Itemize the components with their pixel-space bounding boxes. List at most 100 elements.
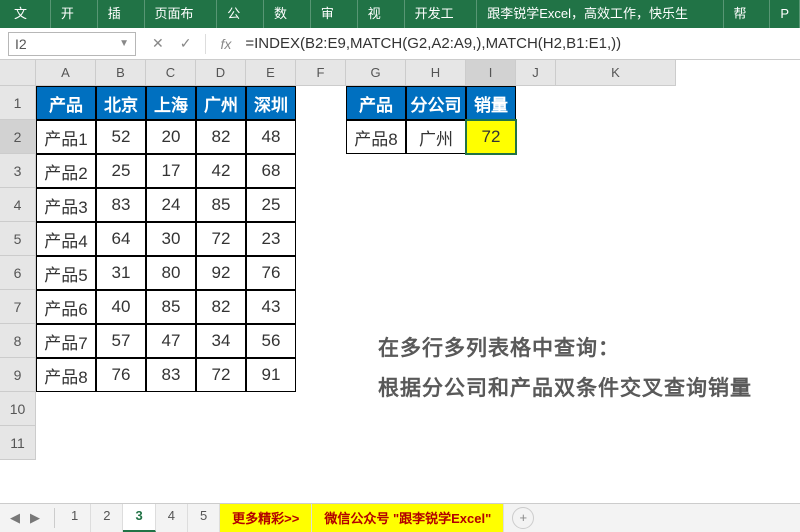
- row-header[interactable]: 7: [0, 290, 36, 324]
- column-header[interactable]: I: [466, 60, 516, 86]
- column-header[interactable]: B: [96, 60, 146, 86]
- table-header-cell[interactable]: 上海: [146, 86, 196, 120]
- table-cell[interactable]: 64: [96, 222, 146, 256]
- table-cell[interactable]: 56: [246, 324, 296, 358]
- row-header[interactable]: 6: [0, 256, 36, 290]
- column-header[interactable]: E: [246, 60, 296, 86]
- lookup-header-cell[interactable]: 分公司: [406, 86, 466, 120]
- table-cell[interactable]: 产品5: [36, 256, 96, 290]
- row-header[interactable]: 10: [0, 392, 36, 426]
- table-cell[interactable]: 42: [196, 154, 246, 188]
- table-cell[interactable]: 92: [196, 256, 246, 290]
- table-cell[interactable]: 83: [146, 358, 196, 392]
- table-cell[interactable]: 52: [96, 120, 146, 154]
- column-header[interactable]: J: [516, 60, 556, 86]
- row-header[interactable]: 5: [0, 222, 36, 256]
- sheet-tab[interactable]: 1: [59, 504, 91, 532]
- row-header[interactable]: 8: [0, 324, 36, 358]
- ribbon-tab[interactable]: 帮助: [724, 0, 771, 28]
- sheet-tab[interactable]: 2: [91, 504, 123, 532]
- cancel-formula-icon[interactable]: ✕: [144, 35, 172, 52]
- lookup-header-cell[interactable]: 产品: [346, 86, 406, 120]
- ribbon-tab[interactable]: 数据: [264, 0, 311, 28]
- table-cell[interactable]: 82: [196, 120, 246, 154]
- column-header[interactable]: H: [406, 60, 466, 86]
- table-cell[interactable]: 31: [96, 256, 146, 290]
- ribbon-tab[interactable]: 文件: [0, 0, 51, 28]
- ribbon-tab[interactable]: 页面布局: [145, 0, 218, 28]
- ribbon-tab[interactable]: 跟李锐学Excel，高效工作，快乐生活！: [477, 0, 723, 28]
- table-cell[interactable]: 76: [246, 256, 296, 290]
- column-header[interactable]: G: [346, 60, 406, 86]
- table-cell[interactable]: 82: [196, 290, 246, 324]
- ribbon-tab[interactable]: P: [770, 0, 800, 28]
- sheet-nav-prev-icon[interactable]: ◀: [6, 509, 24, 527]
- table-cell[interactable]: 80: [146, 256, 196, 290]
- name-box[interactable]: I2 ▼: [8, 32, 136, 56]
- table-cell[interactable]: 48: [246, 120, 296, 154]
- table-cell[interactable]: 91: [246, 358, 296, 392]
- table-cell[interactable]: 85: [146, 290, 196, 324]
- row-header[interactable]: 11: [0, 426, 36, 460]
- row-header[interactable]: 2: [0, 120, 36, 154]
- name-box-dropdown-icon[interactable]: ▼: [119, 38, 129, 49]
- table-cell[interactable]: 83: [96, 188, 146, 222]
- table-header-cell[interactable]: 广州: [196, 86, 246, 120]
- fx-icon[interactable]: fx: [212, 36, 239, 52]
- table-cell[interactable]: 产品6: [36, 290, 96, 324]
- row-header[interactable]: 9: [0, 358, 36, 392]
- table-cell[interactable]: 25: [96, 154, 146, 188]
- table-cell[interactable]: 34: [196, 324, 246, 358]
- column-header[interactable]: K: [556, 60, 676, 86]
- sheet-tab[interactable]: 4: [156, 504, 188, 532]
- table-cell[interactable]: 40: [96, 290, 146, 324]
- table-cell[interactable]: 68: [246, 154, 296, 188]
- table-cell[interactable]: 47: [146, 324, 196, 358]
- table-cell[interactable]: 产品4: [36, 222, 96, 256]
- table-cell[interactable]: 76: [96, 358, 146, 392]
- sheet-tab-promo[interactable]: 更多精彩>>: [220, 504, 312, 532]
- table-cell[interactable]: 23: [246, 222, 296, 256]
- column-header[interactable]: D: [196, 60, 246, 86]
- table-cell[interactable]: 57: [96, 324, 146, 358]
- sheet-tab[interactable]: 3: [123, 504, 155, 532]
- column-header[interactable]: C: [146, 60, 196, 86]
- table-cell[interactable]: 17: [146, 154, 196, 188]
- table-cell[interactable]: 产品8: [36, 358, 96, 392]
- table-cell[interactable]: 产品2: [36, 154, 96, 188]
- table-header-cell[interactable]: 北京: [96, 86, 146, 120]
- column-header[interactable]: F: [296, 60, 346, 86]
- table-cell[interactable]: 43: [246, 290, 296, 324]
- table-header-cell[interactable]: 产品: [36, 86, 96, 120]
- table-cell[interactable]: 产品3: [36, 188, 96, 222]
- ribbon-tab[interactable]: 开发工具: [405, 0, 478, 28]
- select-all-corner[interactable]: [0, 60, 36, 86]
- sheet-tab-promo[interactable]: 微信公众号 "跟李锐学Excel": [312, 504, 504, 532]
- ribbon-tab[interactable]: 公式: [217, 0, 264, 28]
- ribbon-tab[interactable]: 开始: [51, 0, 98, 28]
- add-sheet-button[interactable]: +: [512, 507, 534, 529]
- row-header[interactable]: 1: [0, 86, 36, 120]
- table-cell[interactable]: 72: [196, 358, 246, 392]
- sheet-tab[interactable]: 5: [188, 504, 220, 532]
- table-cell[interactable]: 产品1: [36, 120, 96, 154]
- table-cell[interactable]: 24: [146, 188, 196, 222]
- table-cell[interactable]: 产品7: [36, 324, 96, 358]
- lookup-cell[interactable]: 广州: [406, 120, 466, 154]
- lookup-header-cell[interactable]: 销量: [466, 86, 516, 120]
- table-cell[interactable]: 20: [146, 120, 196, 154]
- ribbon-tab[interactable]: 审阅: [311, 0, 358, 28]
- table-cell[interactable]: 72: [196, 222, 246, 256]
- row-header[interactable]: 4: [0, 188, 36, 222]
- column-header[interactable]: A: [36, 60, 96, 86]
- enter-formula-icon[interactable]: ✓: [172, 35, 200, 52]
- table-cell[interactable]: 25: [246, 188, 296, 222]
- formula-bar[interactable]: =INDEX(B2:E9,MATCH(G2,A2:A9,),MATCH(H2,B…: [239, 32, 800, 56]
- table-cell[interactable]: 85: [196, 188, 246, 222]
- result-cell[interactable]: 72: [466, 120, 516, 154]
- ribbon-tab[interactable]: 插入: [98, 0, 145, 28]
- lookup-cell[interactable]: 产品8: [346, 120, 406, 154]
- table-cell[interactable]: 30: [146, 222, 196, 256]
- table-header-cell[interactable]: 深圳: [246, 86, 296, 120]
- ribbon-tab[interactable]: 视图: [358, 0, 405, 28]
